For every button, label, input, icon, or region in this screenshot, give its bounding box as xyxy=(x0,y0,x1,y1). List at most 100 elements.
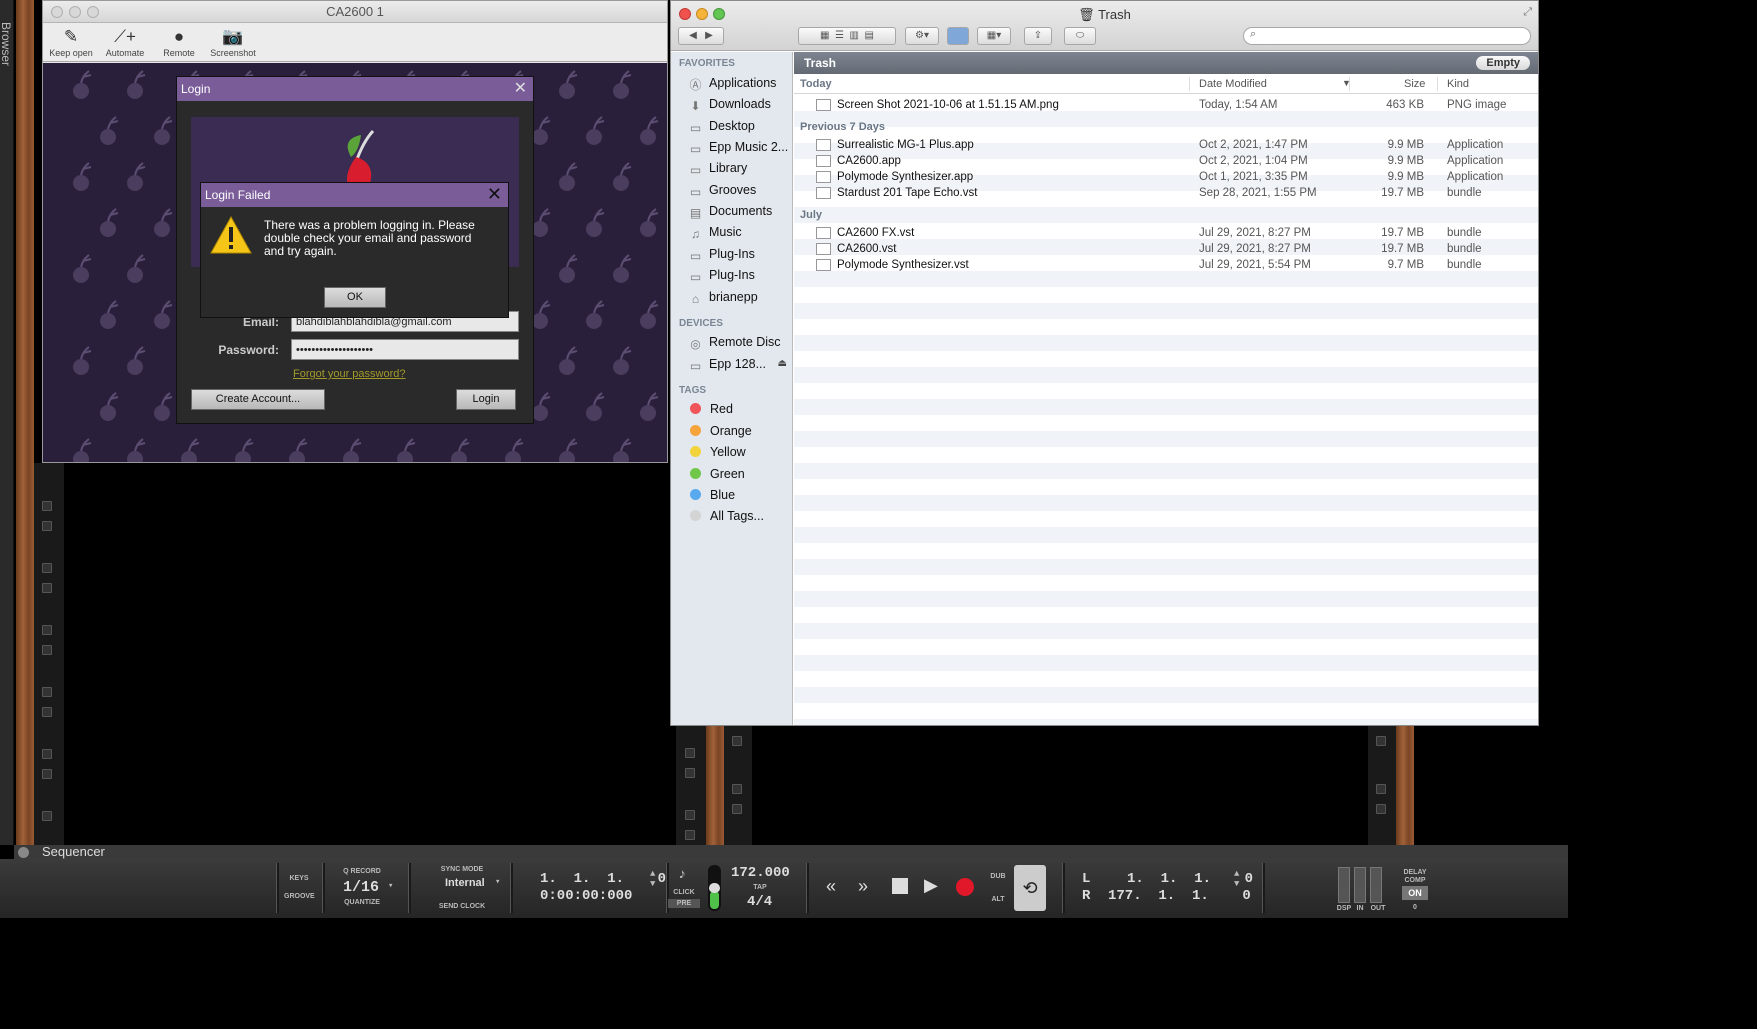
position-stepper[interactable]: ▲ ▼ xyxy=(650,869,655,889)
sequencer-toggle[interactable] xyxy=(18,847,29,858)
rewind-icon[interactable]: « xyxy=(826,876,836,897)
back-forward-buttons[interactable]: ◀ ▶ xyxy=(678,27,724,45)
browser-tab[interactable]: Browser xyxy=(0,0,14,845)
table-row[interactable]: CA2600.vst Jul 29, 2021, 8:27 PM 19.7 MB bu… xyxy=(794,241,1538,257)
sidebar-item-epp-drive[interactable]: ▭ Epp 128... ⏏ xyxy=(687,354,793,374)
table-row[interactable]: Surrealistic MG-1 Plus.app Oct 2, 2021, 1… xyxy=(794,137,1538,153)
table-row[interactable]: Polymode Synthesizer.vst Jul 29, 2021, 5:… xyxy=(794,257,1538,273)
tap-label[interactable]: TAP xyxy=(748,884,772,891)
delay-comp-on-button[interactable]: ON xyxy=(1402,886,1428,900)
search-input[interactable]: ⌕ xyxy=(1243,27,1531,45)
keys-label[interactable]: KEYS xyxy=(284,875,314,882)
eject-icon[interactable]: ⏏ xyxy=(778,354,787,374)
sidebar-item-plug-ins-2[interactable]: ▭ Plug-Ins xyxy=(687,265,793,285)
file-kind: Application xyxy=(1447,155,1504,167)
group-header: Previous 7 Days xyxy=(800,121,885,133)
file-icon xyxy=(816,227,831,239)
stop-icon[interactable] xyxy=(892,878,908,894)
column-name[interactable]: Today xyxy=(800,78,832,90)
table-row[interactable]: Polymode Synthesizer.app Oct 1, 2021, 3:3… xyxy=(794,169,1538,185)
pre-label[interactable]: PRE xyxy=(668,899,700,908)
forgot-password-link[interactable]: Forgot your password? xyxy=(293,368,406,380)
close-icon[interactable]: ✕ xyxy=(487,182,502,206)
ca2600-titlebar[interactable]: CA2600 1 xyxy=(43,1,667,23)
view-mode-buttons[interactable]: ▦ ☰ ▥ ▤ xyxy=(798,27,896,45)
send-clock-label[interactable]: SEND CLOCK xyxy=(430,903,494,910)
sync-mode-value[interactable]: Internal xyxy=(445,877,485,889)
action-gear-button[interactable]: ⚙▾ xyxy=(905,27,939,45)
login-button[interactable]: Login xyxy=(456,389,516,410)
play-icon[interactable]: ▶ xyxy=(924,875,938,896)
finder-file-list: Trash Empty Today Date Modified ▼ Size K… xyxy=(794,52,1538,725)
position-bars[interactable]: 1. 1. 1. 0 xyxy=(540,871,666,887)
table-row[interactable]: CA2600 FX.vst Jul 29, 2021, 8:27 PM 19.7 M… xyxy=(794,225,1538,241)
groove-label[interactable]: GROOVE xyxy=(284,893,315,900)
click-label[interactable]: CLICK xyxy=(670,889,698,896)
file-size: 9.9 MB xyxy=(1387,155,1424,167)
ok-button[interactable]: OK xyxy=(324,287,386,308)
sidebar-item-downloads[interactable]: ⬇ Downloads xyxy=(687,94,793,114)
password-field[interactable]: •••••••••••••••••••• xyxy=(291,339,519,360)
sidebar-item-brianepp[interactable]: ⌂ brianepp xyxy=(687,287,793,307)
column-date-modified[interactable]: Date Modified xyxy=(1199,78,1267,90)
dub-label[interactable]: DUB xyxy=(986,873,1010,880)
table-row[interactable]: Screen Shot 2021-10-06 at 1.51.15 AM.png… xyxy=(794,97,1538,113)
record-icon[interactable] xyxy=(956,878,974,896)
sidebar-item-epp-music[interactable]: ▭ Epp Music 2... xyxy=(687,137,793,157)
file-date: Oct 2, 2021, 1:04 PM xyxy=(1199,155,1308,167)
loop-stepper[interactable]: ▲ ▼ xyxy=(1234,869,1239,889)
remote-button[interactable]: ● Remote xyxy=(149,26,209,58)
close-button[interactable] xyxy=(51,6,63,18)
time-signature[interactable]: 4/4 xyxy=(747,894,772,910)
sync-dropdown-icon[interactable]: ▾ xyxy=(495,877,500,887)
camera-icon: 📷 xyxy=(222,27,244,46)
sidebar-tag-blue[interactable]: Blue xyxy=(687,485,793,505)
quantize-value[interactable]: 1/16 xyxy=(343,879,379,896)
desktop-icon: ▭ xyxy=(689,121,702,135)
sidebar-item-grooves[interactable]: ▭ Grooves xyxy=(687,180,793,200)
column-kind[interactable]: Kind xyxy=(1447,78,1469,90)
sidebar-item-desktop[interactable]: ▭ Desktop xyxy=(687,116,793,136)
table-row[interactable]: Stardust 201 Tape Echo.vst Sep 28, 2021, … xyxy=(794,185,1538,201)
sidebar-tag-yellow[interactable]: Yellow xyxy=(687,442,793,462)
zoom-button[interactable] xyxy=(87,6,99,18)
loop-right-position[interactable]: 177. 1. 1. 0 xyxy=(1108,888,1251,904)
sidebar-item-library[interactable]: ▭ Library xyxy=(687,158,793,178)
file-name: CA2600.vst xyxy=(837,243,897,255)
alt-label[interactable]: ALT xyxy=(986,896,1010,903)
sidebar-item-applications[interactable]: Ⓐ Applications xyxy=(687,73,793,93)
position-time[interactable]: 0:00:00:000 xyxy=(540,888,632,904)
fullscreen-icon[interactable]: ⤢ xyxy=(1523,6,1532,19)
table-row[interactable]: CA2600.app Oct 2, 2021, 1:04 PM 9.9 MB Appl… xyxy=(794,153,1538,169)
quantize-dropdown-icon[interactable]: ▾ xyxy=(388,881,393,891)
create-account-button[interactable]: Create Account... xyxy=(191,389,325,410)
close-icon[interactable]: ✕ xyxy=(514,77,527,101)
sequencer-bar[interactable]: Sequencer xyxy=(14,845,1568,859)
file-rows: TodayScreen Shot 2021-10-06 at 1.51.15 A… xyxy=(794,95,1538,725)
sidebar-tag-red[interactable]: Red xyxy=(687,399,793,419)
minimize-button[interactable] xyxy=(69,6,81,18)
empty-trash-button[interactable]: Empty xyxy=(1476,56,1530,70)
tempo-value[interactable]: 172.000 xyxy=(731,865,790,881)
click-level-slider[interactable] xyxy=(708,865,721,911)
home-icon: ⌂ xyxy=(691,292,700,306)
sidebar-tag-orange[interactable]: Orange xyxy=(687,421,793,441)
sidebar-tag-green[interactable]: Green xyxy=(687,464,793,484)
keep-open-button[interactable]: ✎ Keep open xyxy=(41,26,101,58)
fast-forward-icon[interactable]: » xyxy=(858,876,868,897)
column-size[interactable]: Size xyxy=(1404,78,1425,90)
sidebar-item-plug-ins[interactable]: ▭ Plug-Ins xyxy=(687,244,793,264)
file-name: Stardust 201 Tape Echo.vst xyxy=(837,187,978,199)
share-button[interactable]: ⇪ xyxy=(1024,27,1052,45)
sidebar-all-tags[interactable]: All Tags... xyxy=(687,506,793,526)
automate-button[interactable]: ⟋+ Automate xyxy=(95,26,155,58)
sidebar-item-remote-disc[interactable]: ◎ Remote Disc xyxy=(687,332,793,352)
loop-icon[interactable]: ⟲ xyxy=(1014,865,1046,911)
sidebar-item-documents[interactable]: ▤ Documents xyxy=(687,201,793,221)
file-name: CA2600.app xyxy=(837,155,901,167)
tags-button[interactable]: ⬭ xyxy=(1064,27,1096,45)
airdrop-button[interactable] xyxy=(947,27,969,45)
arrange-button[interactable]: ▦▾ xyxy=(977,27,1011,45)
screenshot-button[interactable]: 📷 Screenshot xyxy=(203,26,263,58)
sidebar-item-music[interactable]: ♫ Music xyxy=(687,222,793,242)
